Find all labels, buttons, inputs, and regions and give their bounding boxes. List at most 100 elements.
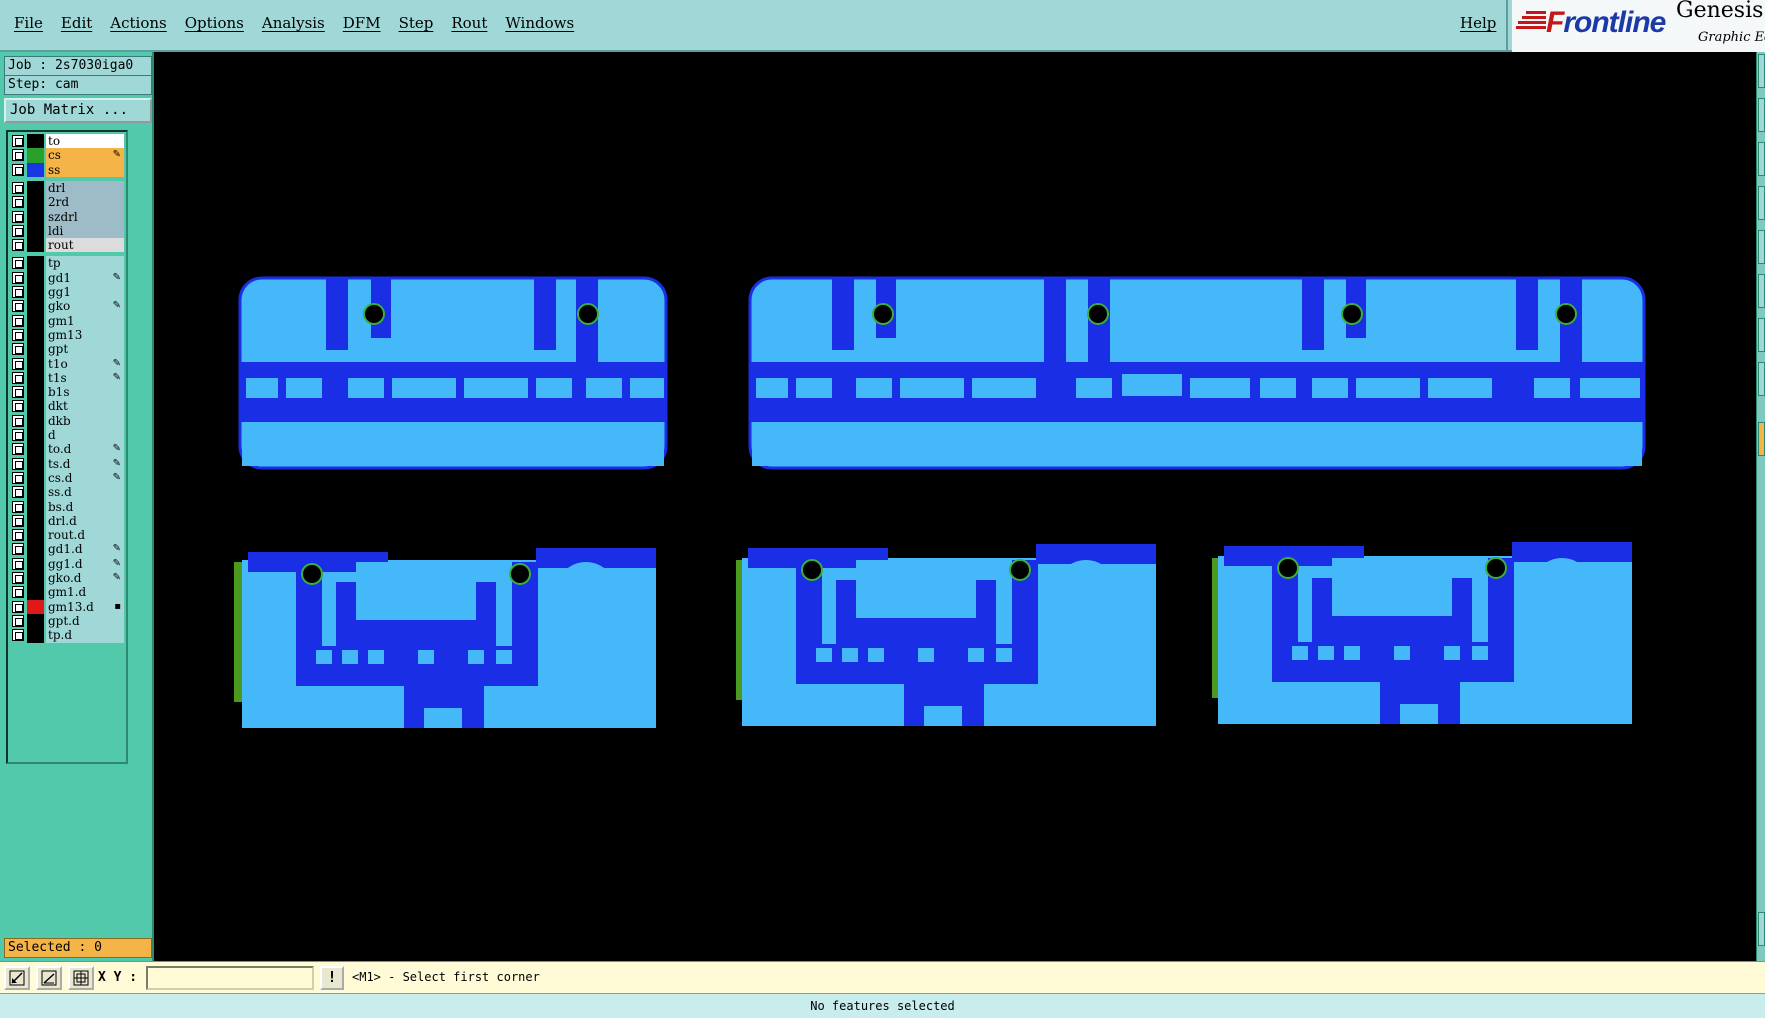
layer-affected-checkbox[interactable] <box>12 586 24 599</box>
layer-name[interactable]: drl <box>46 180 124 196</box>
menu-dfm[interactable]: DFM <box>343 14 381 32</box>
layer-name[interactable]: gko ✎ <box>46 299 124 315</box>
layer-name[interactable]: gg1.d ✎ <box>46 556 124 572</box>
layer-display-color[interactable] <box>27 270 44 286</box>
execute-button[interactable]: ! <box>320 966 344 990</box>
layer-row-d[interactable]: d <box>10 428 124 443</box>
layer-row-to-d[interactable]: to.d ✎ <box>10 442 124 458</box>
layer-row-cs[interactable]: cs ✎ <box>10 148 124 164</box>
right-tool-button[interactable] <box>1758 274 1765 308</box>
layer-display-color[interactable] <box>27 313 44 329</box>
layer-affected-checkbox[interactable] <box>12 357 24 370</box>
layer-name[interactable]: 2rd <box>46 195 124 211</box>
layer-name[interactable]: to <box>46 134 124 149</box>
layer-name[interactable]: t1s ✎ <box>46 370 124 386</box>
layer-name[interactable]: d <box>46 428 124 443</box>
layer-affected-checkbox[interactable] <box>12 557 24 570</box>
layer-affected-checkbox[interactable] <box>12 529 24 542</box>
menu-windows[interactable]: Windows <box>505 14 574 32</box>
menu-help[interactable]: Help <box>1460 14 1496 32</box>
right-tool-button[interactable] <box>1758 54 1765 88</box>
layer-name[interactable]: gd1 ✎ <box>46 270 124 286</box>
layer-row-ldi[interactable]: ldi <box>10 223 124 239</box>
layer-row-gm1[interactable]: gm1 <box>10 313 124 329</box>
layer-name[interactable]: t1o ✎ <box>46 356 124 372</box>
layer-row-gm1-d[interactable]: gm1.d <box>10 585 124 601</box>
layer-display-color[interactable] <box>27 370 44 386</box>
layer-affected-checkbox[interactable] <box>12 328 24 341</box>
layer-affected-checkbox[interactable] <box>12 443 24 456</box>
layer-row-cs-d[interactable]: cs.d ✎ <box>10 470 124 486</box>
layer-row-gd1-d[interactable]: gd1.d ✎ <box>10 542 124 558</box>
layer-display-color[interactable] <box>27 327 44 343</box>
layer-affected-checkbox[interactable] <box>12 343 24 356</box>
layer-affected-checkbox[interactable] <box>12 314 24 327</box>
layer-display-color[interactable] <box>27 613 44 629</box>
layer-row-drl-d[interactable]: drl.d <box>10 513 124 529</box>
layer-name[interactable]: gko.d ✎ <box>46 571 124 586</box>
layer-display-color[interactable] <box>27 485 44 501</box>
layer-name[interactable]: gg1 <box>46 285 124 300</box>
layer-affected-checkbox[interactable] <box>12 196 24 209</box>
layer-affected-checkbox[interactable] <box>12 572 24 584</box>
layer-display-color[interactable] <box>27 385 44 401</box>
layer-display-color[interactable] <box>27 556 44 572</box>
layer-name[interactable]: gpt.d <box>46 613 124 629</box>
menu-step[interactable]: Step <box>399 14 434 32</box>
right-tool-button[interactable] <box>1758 362 1765 396</box>
layer-affected-checkbox[interactable] <box>12 543 24 556</box>
layer-display-color[interactable] <box>27 628 44 644</box>
layer-affected-checkbox[interactable] <box>12 514 24 527</box>
layer-name[interactable]: ts.d ✎ <box>46 456 124 472</box>
layer-row-bs-d[interactable]: bs.d <box>10 499 124 515</box>
layer-name[interactable]: gm13 <box>46 327 124 343</box>
layer-display-color[interactable] <box>27 428 44 443</box>
layer-row-to[interactable]: to <box>10 134 124 149</box>
layer-name[interactable]: gpt <box>46 342 124 358</box>
layer-display-color[interactable] <box>27 162 44 178</box>
right-tool-button[interactable] <box>1758 912 1765 946</box>
menu-edit[interactable]: Edit <box>61 14 92 32</box>
layer-display-color[interactable] <box>27 356 44 372</box>
layer-row-ts-d[interactable]: ts.d ✎ <box>10 456 124 472</box>
layer-display-color[interactable] <box>27 413 44 429</box>
layer-display-color[interactable] <box>27 399 44 415</box>
layer-affected-checkbox[interactable] <box>12 286 24 298</box>
measure-button[interactable] <box>36 966 62 990</box>
right-tool-button-active[interactable] <box>1758 422 1765 456</box>
layer-name[interactable]: tp.d <box>46 628 124 644</box>
menu-rout[interactable]: Rout <box>451 14 487 32</box>
layer-affected-checkbox[interactable] <box>12 500 24 513</box>
layer-display-color[interactable] <box>27 571 44 586</box>
layer-display-color[interactable] <box>27 499 44 515</box>
layer-name[interactable]: drl.d <box>46 513 124 529</box>
layer-affected-checkbox[interactable] <box>12 414 24 427</box>
layer-display-color[interactable] <box>27 542 44 558</box>
layer-affected-checkbox[interactable] <box>12 614 24 627</box>
layer-row-gm13[interactable]: gm13 <box>10 327 124 343</box>
layer-name[interactable]: rout.d <box>46 528 124 544</box>
layer-affected-checkbox[interactable] <box>12 271 24 284</box>
layer-row-rout-d[interactable]: rout.d <box>10 528 124 544</box>
layer-display-color[interactable] <box>27 342 44 358</box>
layer-display-color[interactable] <box>27 209 44 225</box>
layer-affected-checkbox[interactable] <box>12 429 24 441</box>
layer-display-color[interactable] <box>27 442 44 458</box>
layer-name[interactable]: dkt <box>46 399 124 415</box>
layer-affected-checkbox[interactable] <box>12 135 24 147</box>
layer-row-gko[interactable]: gko ✎ <box>10 299 124 315</box>
layer-row-drl[interactable]: drl <box>10 180 124 196</box>
xy-input[interactable] <box>146 966 314 990</box>
layer-display-color[interactable] <box>27 134 44 149</box>
layer-row-t1o[interactable]: t1o ✎ <box>10 356 124 372</box>
layer-name[interactable]: tp <box>46 256 124 272</box>
layer-row-ss[interactable]: ss <box>10 162 124 178</box>
graphic-canvas[interactable] <box>156 52 1756 961</box>
layer-affected-checkbox[interactable] <box>12 149 24 162</box>
layer-row-gm13-d[interactable]: gm13.d ▪ <box>10 599 124 615</box>
layer-display-color[interactable] <box>27 513 44 529</box>
layer-display-color[interactable] <box>27 299 44 315</box>
layer-affected-checkbox[interactable] <box>12 163 24 176</box>
snap-button[interactable] <box>4 966 30 990</box>
layer-affected-checkbox[interactable] <box>12 386 24 399</box>
